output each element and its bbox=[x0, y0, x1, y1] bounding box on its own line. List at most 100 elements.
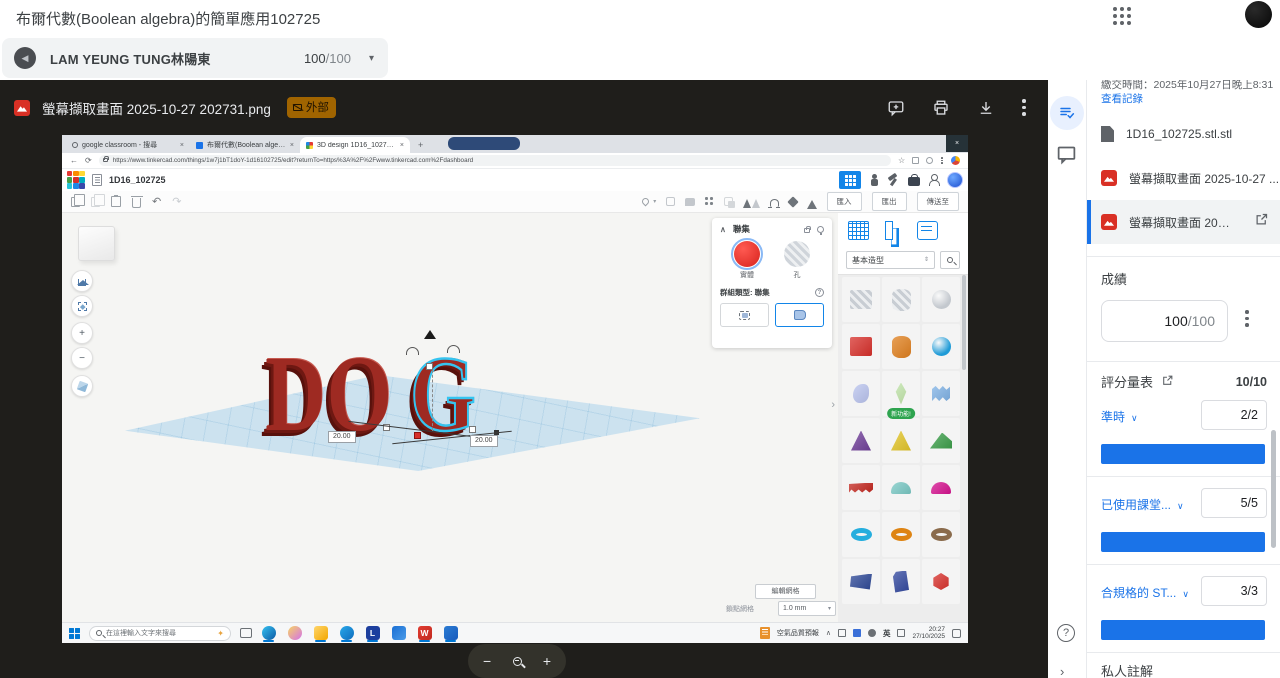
rotate-handle-icon[interactable] bbox=[406, 347, 419, 355]
delete-icon[interactable] bbox=[132, 198, 141, 208]
send-to-button[interactable]: 傳送至 bbox=[917, 192, 960, 211]
panel-collapse-icon[interactable]: › bbox=[831, 399, 835, 411]
shape-torus-thick[interactable] bbox=[882, 512, 920, 557]
open-rubric-icon[interactable] bbox=[1161, 374, 1174, 390]
scale-handle[interactable] bbox=[469, 426, 476, 433]
onedrive-tray-icon[interactable] bbox=[838, 629, 846, 637]
zoom-reset-icon[interactable] bbox=[513, 657, 522, 666]
student-selector[interactable]: ◀ LAM YEUNG TUNG林陽東 100/100 ▾ bbox=[2, 38, 388, 78]
tinkercad-canvas[interactable]: DOG 20.00 20.00 + − bbox=[62, 213, 968, 622]
shape-text[interactable] bbox=[842, 465, 880, 510]
shape-category-dropdown[interactable]: 基本造型⇕ bbox=[846, 251, 935, 269]
air-quality-text[interactable]: 空氣品質預報 bbox=[777, 628, 819, 638]
taskbar-search[interactable]: 在這裡輸入文字來搜尋✦ bbox=[89, 626, 231, 641]
browser-tab-2[interactable]: 布爾代數(Boolean algebra)的簡單... × bbox=[190, 137, 300, 153]
import-button[interactable]: 匯入 bbox=[827, 192, 862, 211]
shape-polygon[interactable] bbox=[842, 559, 880, 604]
shape-sphere-grey[interactable] bbox=[922, 277, 960, 322]
shape-pyramid[interactable] bbox=[882, 418, 920, 463]
shape-cylinder[interactable] bbox=[882, 324, 920, 369]
chevron-down-icon[interactable]: ▾ bbox=[369, 53, 374, 64]
close-tab-icon[interactable]: × bbox=[290, 142, 294, 149]
hole-swatch[interactable] bbox=[784, 241, 810, 267]
shape-torus[interactable] bbox=[842, 512, 880, 557]
shape-scribble[interactable] bbox=[842, 371, 880, 416]
taskbar-clock[interactable]: 20:2727/10/2025 bbox=[912, 626, 945, 640]
shape-tube[interactable] bbox=[922, 512, 960, 557]
selected-handle[interactable] bbox=[414, 432, 421, 439]
shape-squiggle[interactable] bbox=[922, 371, 960, 416]
shape-polyhedron[interactable] bbox=[922, 559, 960, 604]
air-quality-icon[interactable] bbox=[760, 627, 770, 639]
collapse-icon[interactable]: ∧ bbox=[720, 225, 726, 234]
tinkercad-logo[interactable] bbox=[67, 171, 85, 189]
blocks-mode-icon[interactable] bbox=[870, 174, 878, 186]
shape-search-button[interactable] bbox=[940, 251, 960, 269]
browser-menu-icon[interactable] bbox=[940, 157, 944, 164]
ruler-icon[interactable] bbox=[770, 199, 779, 207]
export-button[interactable]: 匯出 bbox=[872, 192, 907, 211]
tinkercad-avatar[interactable] bbox=[947, 172, 963, 188]
design-properties-icon[interactable] bbox=[92, 174, 102, 186]
mode-3d-design-button[interactable] bbox=[839, 171, 861, 189]
taskbar-app-store[interactable] bbox=[391, 625, 406, 642]
browser-profile-icon[interactable] bbox=[926, 157, 933, 164]
taskbar-app-wps[interactable]: W bbox=[417, 625, 432, 642]
ruler-tool-icon[interactable] bbox=[883, 221, 903, 240]
criterion-3-label[interactable]: 合規格的 ST...∨ bbox=[1101, 584, 1189, 601]
view-cube[interactable] bbox=[78, 226, 115, 261]
shape-prism[interactable] bbox=[882, 559, 920, 604]
tab-group-chip[interactable] bbox=[448, 137, 520, 150]
app-tray-icon[interactable] bbox=[853, 629, 861, 637]
input-language-indicator[interactable]: 英 bbox=[883, 628, 891, 639]
task-view-icon[interactable] bbox=[240, 628, 252, 638]
prev-student-icon[interactable]: ◀ bbox=[14, 47, 36, 69]
fit-view-button[interactable] bbox=[71, 295, 93, 317]
browser-tab-active[interactable]: 3D design 1D16_102725 - Tinker... × bbox=[300, 137, 410, 153]
shapes-scrollbar[interactable] bbox=[962, 275, 966, 370]
edit-grid-button[interactable]: 編輯網格 bbox=[755, 584, 816, 599]
shape-spinner[interactable]: 新功能! bbox=[882, 371, 920, 416]
taskbar-app-app-l[interactable]: L bbox=[365, 625, 380, 642]
shape-cone[interactable] bbox=[842, 418, 880, 463]
criterion-2-score[interactable]: 5/5 bbox=[1201, 488, 1267, 518]
chevron-down-icon[interactable]: ▾ bbox=[653, 198, 656, 205]
align-icon[interactable] bbox=[807, 195, 817, 209]
tools-icon[interactable] bbox=[887, 174, 899, 186]
shape-box-hole[interactable] bbox=[842, 277, 880, 322]
bookmark-star-icon[interactable]: ☆ bbox=[898, 157, 905, 164]
criterion-2-label[interactable]: 已使用課堂...∨ bbox=[1101, 496, 1184, 513]
close-tab-icon[interactable]: × bbox=[180, 142, 184, 149]
rotate-handle-icon[interactable] bbox=[447, 345, 460, 353]
shape-wedge[interactable] bbox=[922, 418, 960, 463]
redo-icon[interactable]: ↷ bbox=[172, 197, 181, 207]
file-row-stl[interactable]: 1D16_102725.stl.stl bbox=[1087, 113, 1280, 155]
group-icon[interactable] bbox=[705, 197, 707, 199]
scale-handle[interactable] bbox=[426, 363, 433, 370]
start-button[interactable] bbox=[69, 628, 80, 639]
group-type-option-1[interactable] bbox=[720, 303, 769, 327]
dimension-label[interactable]: 20.00 bbox=[328, 431, 356, 443]
collapse-sidebar-icon[interactable]: › bbox=[1060, 664, 1064, 678]
dimension-label[interactable]: 20.00 bbox=[470, 435, 498, 447]
comments-tab-icon[interactable] bbox=[1056, 144, 1077, 170]
raise-handle-icon[interactable] bbox=[424, 324, 436, 339]
hole-option[interactable]: 孔 bbox=[784, 241, 810, 280]
help-icon[interactable]: ? bbox=[1057, 624, 1075, 642]
taskbar-app-settings[interactable] bbox=[443, 625, 458, 642]
reload-icon[interactable]: ⟳ bbox=[85, 156, 92, 165]
paste-icon[interactable] bbox=[91, 197, 100, 207]
snap-grid-dropdown[interactable]: 1.0 mm▾ bbox=[778, 601, 836, 616]
sidebar-scrollbar[interactable] bbox=[1271, 430, 1276, 548]
volume-tray-icon[interactable] bbox=[868, 629, 876, 637]
workplane-pin-icon[interactable] bbox=[641, 197, 651, 207]
shape-sphere[interactable] bbox=[922, 324, 960, 369]
new-tab-button[interactable]: + bbox=[418, 140, 423, 150]
shape-cylinder-hole[interactable] bbox=[882, 277, 920, 322]
criterion-3-score[interactable]: 3/3 bbox=[1201, 576, 1267, 606]
help-icon[interactable]: ? bbox=[815, 288, 824, 297]
address-bar[interactable]: https://www.tinkercad.com/things/1w7j1bT… bbox=[99, 155, 891, 166]
shape-hemisphere[interactable] bbox=[922, 465, 960, 510]
mirror-icon[interactable] bbox=[743, 195, 760, 208]
apps-grid-icon[interactable] bbox=[1113, 7, 1133, 27]
